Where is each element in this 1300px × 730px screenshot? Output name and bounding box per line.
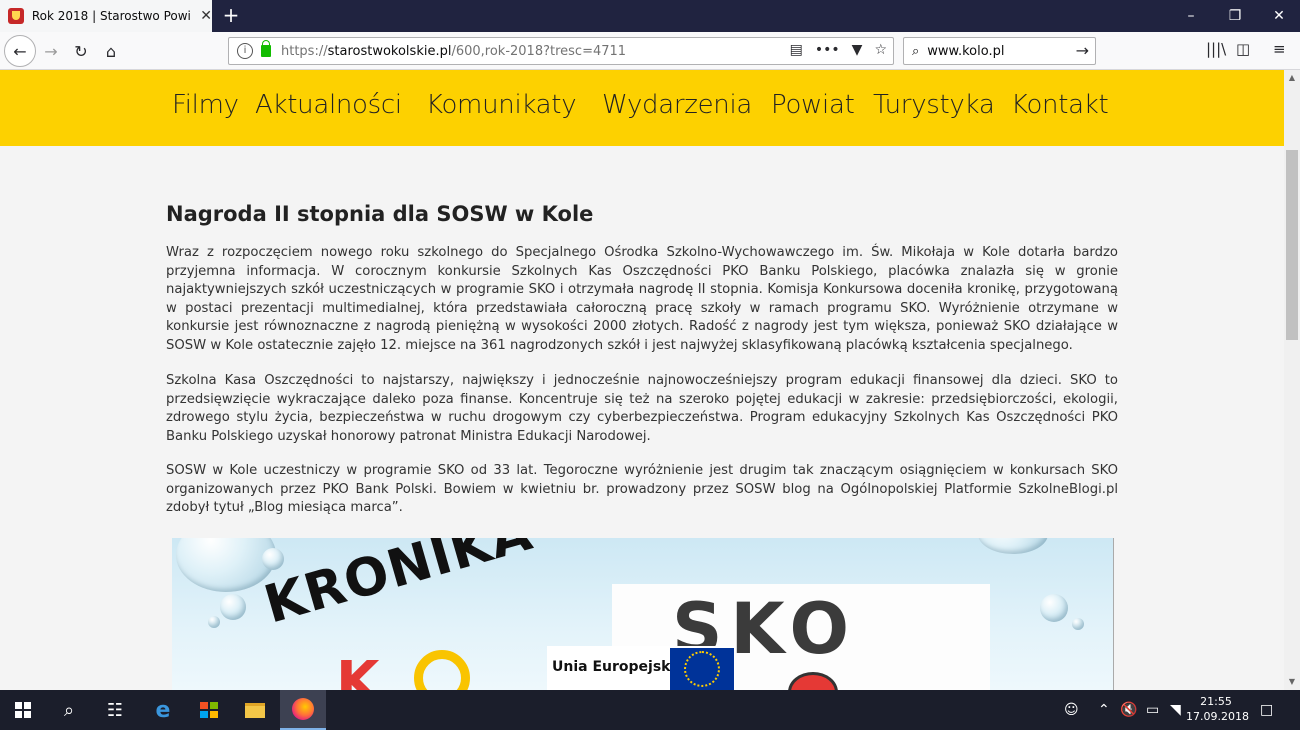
- article-paragraph: Szkolna Kasa Oszczędności to najstarszy,…: [166, 373, 1118, 444]
- info-icon[interactable]: i: [237, 43, 253, 59]
- tab-title: Rok 2018 | Starostwo Powiatowe: [31, 9, 191, 23]
- taskbar-clock[interactable]: 21:55 17.09.2018: [1186, 694, 1249, 724]
- search-bar[interactable]: ⌕ www.kolo.pl →: [903, 37, 1096, 65]
- eu-flag-icon: [670, 648, 734, 690]
- search-icon: ⌕: [912, 43, 920, 59]
- library-icon[interactable]: |||\: [1206, 40, 1226, 58]
- menu-item-turystyka[interactable]: Turystyka: [873, 90, 995, 120]
- pocket-icon[interactable]: ▼: [852, 42, 863, 58]
- arrow-right-icon[interactable]: →: [1076, 41, 1089, 60]
- volume-muted-icon[interactable]: 🔇: [1120, 690, 1137, 730]
- edge-icon[interactable]: e: [140, 690, 186, 730]
- home-icon[interactable]: ⌂: [96, 36, 126, 66]
- url-text[interactable]: https://starostwokolskie.pl/600,rok-2018…: [281, 44, 626, 59]
- star-icon[interactable]: ☆: [874, 42, 887, 58]
- browser-titlebar: Rok 2018 | Starostwo Powiatowe ✕ + – ❐ ✕: [0, 0, 1300, 32]
- kronika-heading: KRONIKA: [258, 538, 539, 636]
- water-drop: [1072, 618, 1084, 630]
- eu-label: Unia Europejska: [552, 659, 680, 675]
- lock-icon[interactable]: [261, 40, 271, 57]
- clock-date: 17.09.2018: [1186, 710, 1249, 723]
- search-icon[interactable]: ⌕: [46, 690, 92, 730]
- more-icon[interactable]: •••: [815, 42, 840, 58]
- sko-logo-letter: K: [336, 650, 380, 690]
- water-drop: [208, 616, 220, 628]
- new-tab-button[interactable]: +: [220, 4, 242, 26]
- menu-item-komunikaty[interactable]: Komunikaty: [426, 90, 577, 120]
- menu-item-filmy[interactable]: Filmy: [172, 90, 239, 120]
- people-icon[interactable]: ☺: [1064, 690, 1079, 730]
- article-title: Nagroda II stopnia dla SOSW w Kole: [166, 202, 594, 226]
- article-paragraph: Wraz z rozpoczęciem nowego roku szkolneg…: [166, 245, 1118, 353]
- firefox-icon[interactable]: [280, 690, 326, 730]
- wifi-icon[interactable]: ◥: [1170, 690, 1181, 730]
- scroll-up-icon[interactable]: ▲: [1284, 70, 1300, 86]
- water-drop: [1040, 594, 1068, 622]
- site-crest-icon: [8, 8, 24, 24]
- store-icon[interactable]: [186, 690, 232, 730]
- water-drop: [220, 594, 246, 620]
- site-menu: Filmy Aktualności Komunikaty Wydarzenia …: [0, 70, 1284, 146]
- start-button[interactable]: [0, 690, 46, 730]
- close-window-icon[interactable]: ✕: [1256, 0, 1300, 32]
- minimize-icon[interactable]: –: [1168, 0, 1214, 32]
- restore-icon[interactable]: ❐: [1212, 0, 1258, 32]
- forward-arrow-icon[interactable]: →: [36, 36, 66, 66]
- battery-icon[interactable]: ▭: [1146, 690, 1159, 730]
- browser-tab[interactable]: Rok 2018 | Starostwo Powiatowe ✕: [0, 0, 212, 32]
- menu-item-aktualnosci[interactable]: Aktualności: [255, 90, 402, 120]
- task-view-icon[interactable]: ☷: [92, 690, 138, 730]
- scroll-down-icon[interactable]: ▼: [1284, 674, 1300, 690]
- chevron-up-icon[interactable]: ⌃: [1098, 690, 1110, 730]
- windows-logo-icon: [15, 702, 31, 718]
- sidebar-icon[interactable]: ◫: [1236, 40, 1250, 58]
- reload-icon[interactable]: ↻: [66, 36, 96, 66]
- menu-item-kontakt[interactable]: Kontakt: [1011, 90, 1109, 120]
- water-drop: [262, 548, 284, 570]
- scrollbar-thumb[interactable]: [1286, 150, 1298, 340]
- back-arrow-icon[interactable]: ←: [4, 35, 36, 67]
- url-actions: ▤ ••• ▼ ☆: [790, 42, 887, 58]
- hamburger-icon[interactable]: ≡: [1273, 40, 1286, 58]
- menu-item-wydarzenia[interactable]: Wydarzenia: [602, 90, 752, 120]
- clock-time: 21:55: [1200, 695, 1232, 708]
- file-explorer-icon[interactable]: [232, 690, 278, 730]
- url-bar[interactable]: i https://starostwokolskie.pl/600,rok-20…: [228, 37, 894, 65]
- close-tab-icon[interactable]: ✕: [200, 8, 212, 24]
- water-drop: [978, 538, 1048, 554]
- search-input[interactable]: www.kolo.pl: [927, 44, 1004, 59]
- reader-view-icon[interactable]: ▤: [790, 42, 803, 58]
- windows-taskbar: ⌕ ☷ e ☺ ⌃ 🔇 ▭ ◥ □: [0, 690, 1300, 730]
- article-image: KRONIKA K SKO Unia Europejska: [172, 538, 1114, 690]
- notifications-icon[interactable]: □: [1260, 690, 1273, 730]
- sko-logo-ring: [414, 650, 470, 690]
- article-paragraph: SOSW w Kole uczestniczy w programie SKO …: [166, 463, 1118, 516]
- menu-item-powiat[interactable]: Powiat: [771, 90, 855, 120]
